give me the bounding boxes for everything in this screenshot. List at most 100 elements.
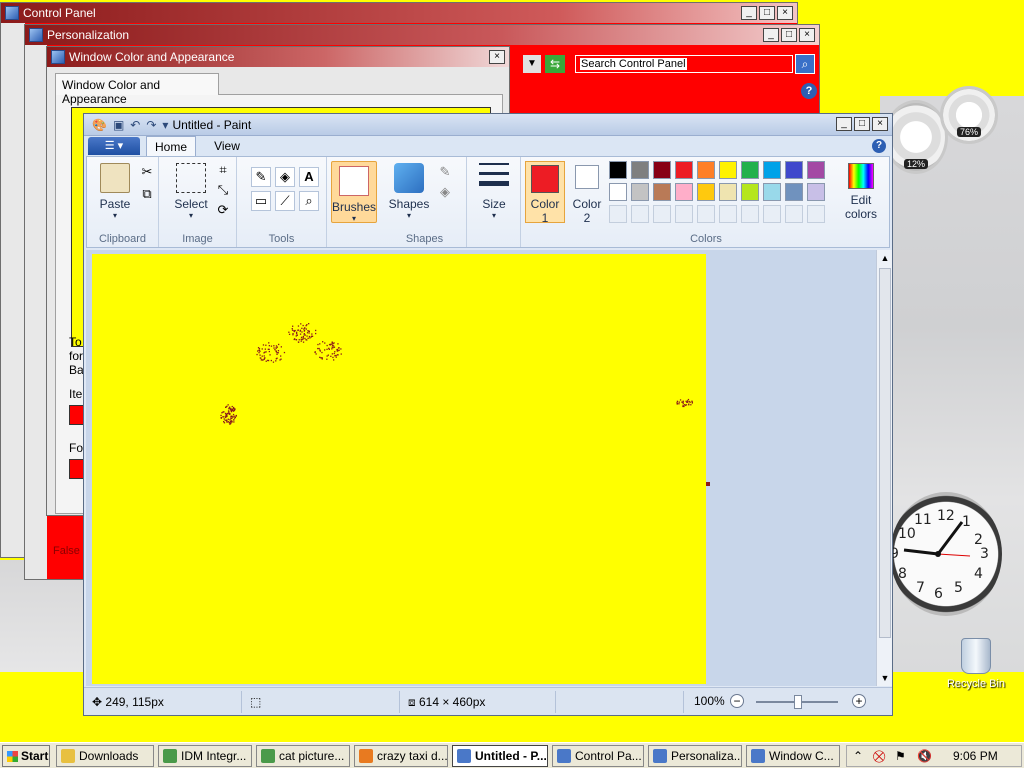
palette-color-swatch[interactable] (697, 183, 715, 201)
address-dropdown-button[interactable]: ▼ (523, 55, 541, 73)
paint-menu-button[interactable]: ☰ ▾ (88, 137, 140, 155)
taskbar-item[interactable]: Control Pa... (552, 745, 644, 767)
control-panel-titlebar[interactable]: Control Panel _ □ × (1, 3, 797, 23)
vertical-scrollbar[interactable]: ▲ ▼ (876, 250, 892, 686)
palette-color-swatch[interactable] (741, 183, 759, 201)
search-icon[interactable]: ⌕ (795, 54, 815, 74)
palette-color-swatch[interactable] (653, 183, 671, 201)
crop-icon[interactable]: ⌗ (213, 161, 233, 181)
fill-shape-icon[interactable]: ◈ (435, 183, 455, 203)
palette-color-swatch[interactable] (719, 161, 737, 179)
close-button[interactable]: × (872, 117, 888, 131)
fill-icon[interactable]: ◈ (275, 167, 295, 187)
recycle-bin[interactable]: Recycle Bin (946, 638, 1006, 690)
palette-color-swatch[interactable] (763, 161, 781, 179)
magnifier-icon[interactable]: ⌕ (299, 191, 319, 211)
color-picker-icon[interactable]: ⟋ (275, 191, 295, 211)
search-input[interactable]: Search Control Panel (575, 55, 793, 73)
select-button[interactable]: Select ▾ (169, 163, 213, 220)
palette-color-swatch[interactable] (697, 161, 715, 179)
maximize-button[interactable]: □ (781, 28, 797, 42)
cut-icon[interactable]: ✂ (137, 163, 157, 183)
palette-color-swatch[interactable] (785, 183, 803, 201)
taskbar-item[interactable]: Untitled - P... (452, 745, 548, 767)
memory-meter-gadget[interactable]: 76% (940, 86, 998, 144)
canvas-resize-handle[interactable] (706, 482, 710, 486)
scroll-up-icon[interactable]: ▲ (877, 250, 893, 266)
taskbar-item[interactable]: cat picture... (256, 745, 350, 767)
maximize-button[interactable]: □ (854, 117, 870, 131)
scrollbar-thumb[interactable] (879, 268, 891, 638)
palette-color-swatch[interactable] (631, 183, 649, 201)
text-icon[interactable]: A (299, 167, 319, 187)
close-button[interactable]: × (777, 6, 793, 20)
paint-titlebar[interactable]: 🎨 ▣ ↶ ↷ ▾ Untitled - Paint _ □ × (84, 114, 892, 136)
taskbar-item[interactable]: Personaliza... (648, 745, 742, 767)
eraser-icon[interactable]: ▭ (251, 191, 271, 211)
paste-button[interactable]: Paste ▾ (95, 163, 135, 220)
customize-qat-icon[interactable]: ▾ (162, 118, 168, 132)
taskbar-item[interactable]: Window C... (746, 745, 840, 767)
maximize-button[interactable]: □ (759, 6, 775, 20)
palette-color-swatch[interactable] (763, 183, 781, 201)
help-icon[interactable]: ? (801, 83, 817, 99)
save-icon[interactable]: ▣ (113, 118, 124, 132)
brushes-button[interactable]: Brushes ▾ (331, 161, 377, 223)
zoom-in-icon[interactable]: + (852, 694, 866, 708)
scroll-down-icon[interactable]: ▼ (877, 670, 893, 686)
palette-color-swatch[interactable] (631, 161, 649, 179)
palette-color-swatch[interactable] (741, 161, 759, 179)
resize-icon[interactable]: ⤡ (213, 181, 233, 201)
custom-color-slot[interactable] (697, 205, 715, 223)
tray-flag-icon[interactable]: ⚑ (895, 746, 906, 766)
outline-icon[interactable]: ✎ (435, 163, 455, 183)
custom-color-slot[interactable] (741, 205, 759, 223)
tab-home[interactable]: Home (146, 136, 196, 157)
size-button[interactable]: Size ▾ (473, 163, 515, 220)
redo-icon[interactable]: ↷ (146, 118, 156, 132)
pencil-icon[interactable]: ✎ (251, 167, 271, 187)
zoom-slider[interactable] (756, 701, 838, 703)
minimize-button[interactable]: _ (836, 117, 852, 131)
custom-color-slot[interactable] (609, 205, 627, 223)
tray-volume-icon[interactable]: 🔇 (917, 746, 932, 766)
undo-icon[interactable]: ↶ (130, 118, 140, 132)
shapes-button[interactable]: Shapes ▾ (387, 163, 431, 220)
window-color-titlebar[interactable]: Window Color and Appearance × (47, 47, 509, 67)
close-button[interactable]: × (799, 28, 815, 42)
custom-color-slot[interactable] (807, 205, 825, 223)
clock-gadget[interactable]: 12 1 2 3 4 5 6 7 8 9 10 11 (890, 492, 1002, 616)
zoom-out-icon[interactable]: − (730, 694, 744, 708)
cpu-meter-gadget[interactable]: 12% (884, 100, 948, 174)
zoom-slider-knob[interactable] (794, 695, 802, 709)
close-button[interactable]: × (489, 50, 505, 64)
help-icon[interactable]: ? (872, 139, 886, 153)
tray-network-icon[interactable]: ⛒ (873, 746, 885, 766)
tab-window-color[interactable]: Window Color and Appearance (55, 73, 219, 95)
edit-colors-button[interactable]: Edit colors (839, 163, 883, 221)
palette-color-swatch[interactable] (807, 183, 825, 201)
drawing-canvas[interactable] (92, 254, 706, 684)
show-hidden-icons[interactable]: ⌃ (853, 746, 863, 766)
personalization-titlebar[interactable]: Personalization _ □ × (25, 25, 819, 45)
paint-window[interactable]: 🎨 ▣ ↶ ↷ ▾ Untitled - Paint _ □ × ☰ ▾ Hom… (83, 113, 893, 716)
palette-color-swatch[interactable] (675, 183, 693, 201)
palette-color-swatch[interactable] (675, 161, 693, 179)
custom-color-slot[interactable] (719, 205, 737, 223)
taskbar-item[interactable]: crazy taxi d... (354, 745, 448, 767)
taskbar-item[interactable]: Downloads (56, 745, 154, 767)
taskbar-item[interactable]: IDM Integr... (158, 745, 252, 767)
palette-color-swatch[interactable] (807, 161, 825, 179)
minimize-button[interactable]: _ (763, 28, 779, 42)
rotate-icon[interactable]: ⟳ (213, 201, 233, 221)
minimize-button[interactable]: _ (741, 6, 757, 20)
start-button[interactable]: Start (2, 745, 50, 767)
custom-color-slot[interactable] (763, 205, 781, 223)
palette-color-swatch[interactable] (653, 161, 671, 179)
palette-color-swatch[interactable] (719, 183, 737, 201)
custom-color-slot[interactable] (785, 205, 803, 223)
palette-color-swatch[interactable] (785, 161, 803, 179)
tab-view[interactable]: View (204, 136, 250, 156)
palette-color-swatch[interactable] (609, 161, 627, 179)
color2-swatch[interactable] (575, 165, 599, 189)
